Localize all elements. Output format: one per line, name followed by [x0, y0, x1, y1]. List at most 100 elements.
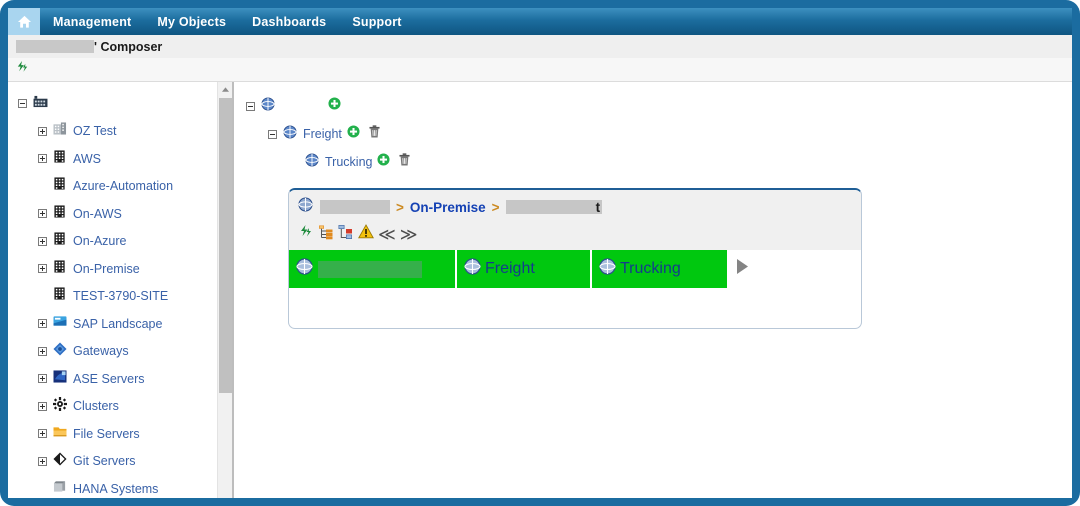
node-tile-freight[interactable]: Freight: [457, 250, 592, 288]
collapse-toggle-icon[interactable]: [246, 101, 255, 111]
add-node-button[interactable]: [377, 153, 391, 171]
menu-item-dashboards[interactable]: Dashboards: [239, 8, 339, 35]
sidebar-item-gateways[interactable]: Gateways: [18, 338, 232, 366]
expand-toggle-icon[interactable]: [38, 264, 47, 274]
breadcrumb-segment-tail: t: [595, 199, 601, 215]
building-black-icon: [53, 150, 67, 168]
sidebar-item-sap-landscape[interactable]: SAP Landscape: [18, 310, 232, 338]
breadcrumb-separator: >: [396, 199, 404, 215]
object-tree-root[interactable]: [246, 92, 1072, 120]
sidebar-item-label: On-Azure: [73, 234, 127, 249]
content-area: OZ Test AWS Azure-Automation On-AWS On-A…: [8, 82, 1072, 498]
breadcrumb-segment-on-premise[interactable]: On-Premise: [410, 200, 486, 215]
sidebar-item-oz-test[interactable]: OZ Test: [18, 118, 232, 146]
building-black-icon: [53, 232, 67, 250]
sidebar-tree-panel: OZ Test AWS Azure-Automation On-AWS On-A…: [8, 82, 232, 498]
sidebar-item-file-servers[interactable]: File Servers: [18, 420, 232, 448]
collapse-toggle-icon[interactable]: [18, 99, 27, 109]
factory-icon: [33, 95, 48, 113]
page-toolbar: [8, 58, 1072, 82]
building-black-icon: [53, 260, 67, 278]
top-navigation-bar: Management My Objects Dashboards Support: [8, 8, 1072, 35]
sidebar-item-label: OZ Test: [73, 124, 117, 139]
folder-icon: [53, 425, 67, 443]
breadcrumb-separator: >: [491, 199, 500, 215]
hierarchy-icon[interactable]: [318, 224, 334, 245]
menu-item-support[interactable]: Support: [339, 8, 414, 35]
sidebar-item-on-aws[interactable]: On-AWS: [18, 200, 232, 228]
object-tree-item-label: Freight: [303, 127, 342, 141]
add-node-button[interactable]: [347, 125, 360, 143]
card-header: > On-Premise > t ≪ ≫: [289, 190, 861, 250]
collapse-all-icon[interactable]: ≪: [378, 226, 396, 243]
sidebar-tree: OZ Test AWS Azure-Automation On-AWS On-A…: [8, 82, 232, 498]
expand-all-icon[interactable]: ≫: [400, 226, 418, 243]
sidebar-item-label: Clusters: [73, 399, 119, 414]
object-tree-item-trucking[interactable]: Trucking: [246, 148, 1072, 176]
globe-icon: [296, 258, 313, 280]
sidebar-item-hana-systems[interactable]: HANA Systems: [18, 475, 232, 498]
gateway-diamond-icon: [53, 342, 67, 361]
hana-cube-icon: [53, 480, 67, 498]
sidebar-scrollbar[interactable]: [217, 82, 232, 498]
expand-toggle-icon[interactable]: [38, 209, 47, 219]
sidebar-item-label: SAP Landscape: [73, 316, 163, 331]
expand-toggle-icon[interactable]: [38, 346, 47, 356]
expand-toggle-icon[interactable]: [38, 429, 47, 439]
expand-toggle-icon[interactable]: [38, 374, 47, 384]
git-diamond-icon: [53, 452, 67, 471]
card-toolbar: ≪ ≫: [298, 221, 861, 247]
play-triangle-icon[interactable]: [736, 258, 750, 280]
sidebar-item-on-premise[interactable]: On-Premise: [18, 255, 232, 283]
add-node-button[interactable]: [328, 97, 341, 115]
node-tile-redacted[interactable]: [289, 250, 457, 288]
home-tab[interactable]: [8, 8, 40, 35]
sidebar-item-azure-automation[interactable]: Azure-Automation: [18, 173, 232, 201]
expand-toggle-icon[interactable]: [38, 154, 47, 164]
delete-node-button[interactable]: [399, 153, 411, 171]
menu-item-my-objects[interactable]: My Objects: [144, 8, 239, 35]
cluster-gear-icon: [53, 396, 67, 416]
sidebar-item-label: AWS: [73, 151, 102, 166]
sidebar-item-label: HANA Systems: [73, 481, 159, 496]
expand-toggle-icon[interactable]: [38, 126, 47, 136]
home-icon: [17, 15, 32, 29]
redacted-tenant-name: [16, 40, 94, 53]
main-content-panel: Freight Trucking > On-Premise > t ≪ ≫ Fr…: [234, 82, 1072, 498]
sidebar-item-git-servers[interactable]: Git Servers: [18, 448, 232, 476]
refresh-icon[interactable]: [298, 224, 314, 245]
landscape-detail-card: > On-Premise > t ≪ ≫ Freight Trucking: [288, 188, 862, 329]
redacted-breadcrumb-segment: [505, 200, 602, 214]
sidebar-item-label: TEST-3790-SITE: [73, 289, 169, 304]
page-title-bar: ' Composer: [8, 35, 1072, 58]
expand-toggle-icon[interactable]: [38, 319, 47, 329]
building-black-icon: [53, 287, 67, 305]
expand-toggle-icon[interactable]: [38, 401, 47, 411]
refresh-icon[interactable]: [15, 60, 30, 80]
breadcrumb: > On-Premise > t: [298, 197, 861, 217]
sap-icon: [53, 315, 67, 333]
expand-toggle-icon[interactable]: [38, 456, 47, 466]
sidebar-item-label: Git Servers: [73, 454, 136, 469]
sidebar-item-aws[interactable]: AWS: [18, 145, 232, 173]
page-title: ' Composer: [94, 39, 163, 54]
node-tile-label: Freight: [485, 260, 535, 277]
expand-toggle-icon[interactable]: [38, 236, 47, 246]
scrollbar-thumb[interactable]: [219, 98, 232, 393]
globe-icon: [283, 124, 297, 144]
node-tile-trucking[interactable]: Trucking: [592, 250, 729, 288]
globe-icon: [305, 152, 319, 172]
sidebar-item-clusters[interactable]: Clusters: [18, 393, 232, 421]
menu-item-management[interactable]: Management: [40, 8, 144, 35]
object-tree-item-freight[interactable]: Freight: [246, 120, 1072, 148]
hierarchy-alert-icon[interactable]: [338, 224, 354, 245]
scroll-up-arrow-icon[interactable]: [218, 82, 232, 97]
node-tile-row: Freight Trucking: [289, 250, 861, 288]
sidebar-item-ase-servers[interactable]: ASE Servers: [18, 365, 232, 393]
sidebar-root-node[interactable]: [18, 90, 232, 118]
delete-node-button[interactable]: [369, 125, 380, 143]
collapse-toggle-icon[interactable]: [268, 129, 277, 139]
sidebar-item-on-azure[interactable]: On-Azure: [18, 228, 232, 256]
sidebar-item-test-3790-site[interactable]: TEST-3790-SITE: [18, 283, 232, 311]
warning-icon[interactable]: [358, 224, 374, 244]
